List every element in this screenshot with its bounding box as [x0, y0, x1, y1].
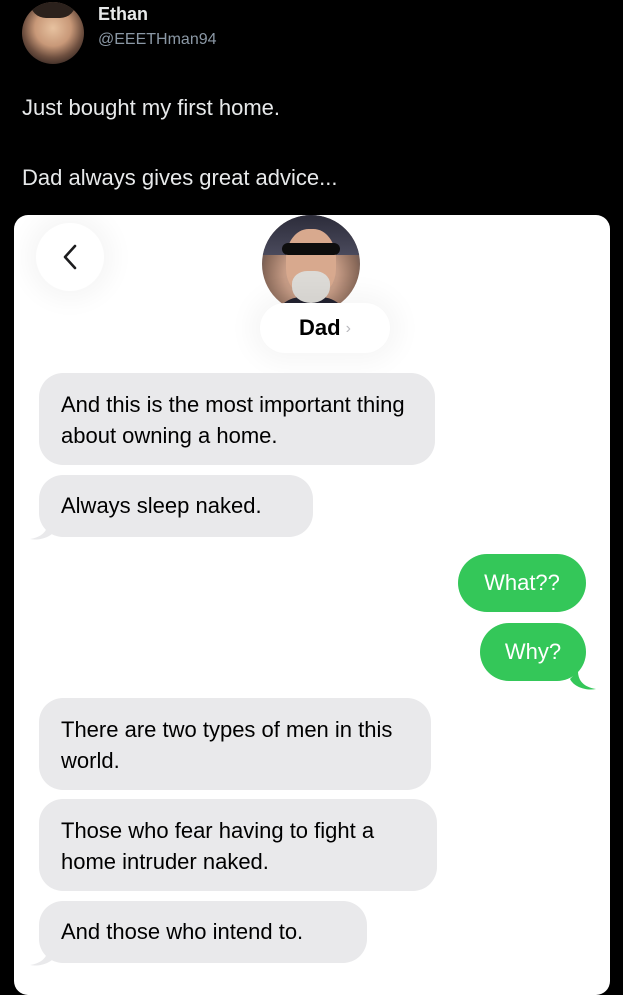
bubble-tail [30, 521, 56, 540]
contact-name: Dad [299, 315, 341, 340]
bubble-tail [30, 947, 56, 966]
chevron-right-icon: › [345, 320, 351, 337]
tweet-text-line-2: Dad always gives great advice... [22, 165, 338, 190]
contact-avatar[interactable] [262, 215, 360, 313]
bubble-tail [570, 671, 596, 690]
message-text: Always sleep naked. [61, 493, 262, 518]
contact-header[interactable]: Dad › [260, 303, 390, 353]
message-text: There are two types of men in this world… [61, 717, 393, 773]
author-name[interactable]: Ethan [98, 4, 148, 25]
tweet-text-line-1: Just bought my first home. [22, 95, 280, 120]
message-bubble-incoming[interactable]: And this is the most important thing abo… [39, 373, 435, 465]
author-handle[interactable]: @EEETHman94 [98, 31, 217, 49]
message-text: And this is the most important thing abo… [61, 392, 405, 448]
tweet: Ethan @EEETHman94 Just bought my first h… [0, 0, 623, 215]
message-bubble-incoming[interactable]: And those who intend to. [39, 901, 367, 963]
message-text: Those who fear having to fight a home in… [61, 818, 375, 874]
message-bubble-incoming[interactable]: Those who fear having to fight a home in… [39, 799, 437, 891]
back-button[interactable] [36, 223, 104, 291]
message-bubble-outgoing[interactable]: What?? [458, 554, 586, 612]
message-bubble-incoming[interactable]: There are two types of men in this world… [39, 698, 431, 790]
message-text: And those who intend to. [61, 919, 304, 944]
message-screenshot: Dad › And this is the most important thi… [14, 215, 610, 995]
avatar[interactable] [22, 2, 84, 64]
message-text: What?? [484, 570, 560, 595]
message-bubble-incoming[interactable]: Always sleep naked. [39, 475, 313, 537]
message-text: Why? [504, 639, 562, 664]
back-chevron-icon [63, 244, 77, 270]
